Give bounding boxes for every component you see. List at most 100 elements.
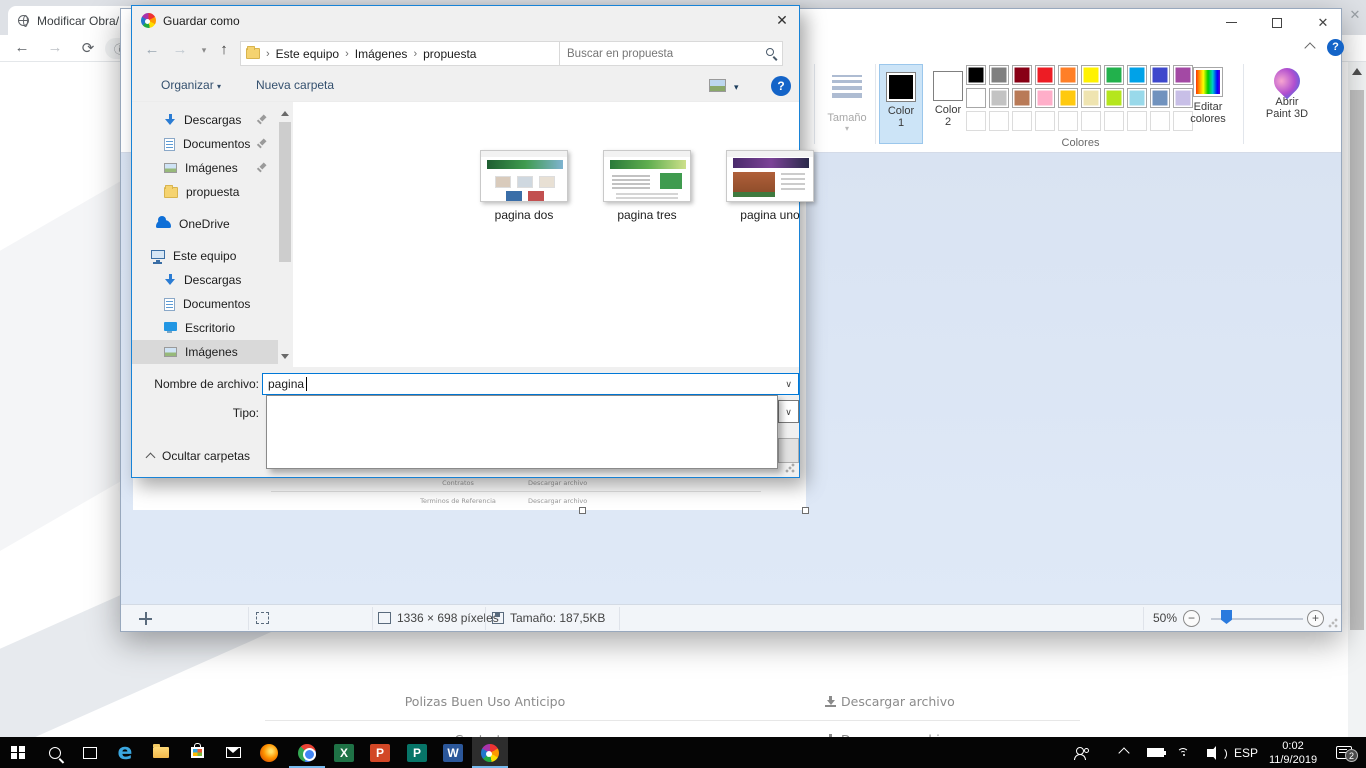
color2-button[interactable]: Color2 (926, 64, 970, 144)
palette-swatch[interactable] (966, 88, 986, 108)
sidebar-item-propuesta[interactable]: propuesta (132, 180, 278, 204)
palette-swatch[interactable] (966, 65, 986, 85)
browser-reload-button[interactable]: ⟳ (78, 39, 98, 57)
palette-swatch[interactable] (1150, 65, 1170, 85)
language-indicator[interactable]: ESP (1230, 737, 1262, 768)
palette-empty-cell[interactable] (1012, 111, 1032, 131)
file-item[interactable]: pagina dos (469, 150, 579, 222)
views-caret-icon[interactable]: ▾ (734, 82, 739, 93)
maximize-button[interactable] (1254, 9, 1300, 36)
dialog-close-button[interactable]: ✕ (765, 7, 799, 34)
scrollbar-thumb[interactable] (279, 122, 291, 262)
hide-folders-button[interactable]: Ocultar carpetas (147, 449, 250, 463)
filename-autocomplete-dropdown[interactable] (266, 395, 778, 469)
palette-swatch[interactable] (1081, 65, 1101, 85)
palette-swatch[interactable] (1150, 88, 1170, 108)
volume-indicator[interactable] (1198, 737, 1228, 768)
browser-forward-button[interactable]: → (45, 39, 65, 56)
scroll-up-icon[interactable] (1352, 68, 1362, 75)
palette-swatch[interactable] (1081, 88, 1101, 108)
filename-input[interactable]: pagina ∨ (262, 373, 799, 395)
sidebar-item-descargas[interactable]: Descargas (132, 108, 278, 132)
palette-swatch[interactable] (1035, 65, 1055, 85)
taskbar-search-button[interactable] (37, 737, 73, 768)
palette-empty-cell[interactable] (1058, 111, 1078, 131)
search-input[interactable]: Buscar en propuesta (559, 41, 783, 66)
sidebar-scrollbar[interactable] (278, 106, 292, 364)
taskbar-publisher[interactable]: P (399, 737, 435, 768)
palette-empty-cell[interactable] (1035, 111, 1055, 131)
palette-empty-cell[interactable] (1081, 111, 1101, 131)
taskbar-powerpoint[interactable]: P (362, 737, 398, 768)
palette-swatch[interactable] (1127, 65, 1147, 85)
sidebar-item-imagenes[interactable]: Imágenes (132, 156, 278, 180)
taskbar-chrome[interactable] (289, 737, 325, 768)
taskbar-edge[interactable]: e (107, 737, 143, 768)
scroll-down-icon[interactable] (281, 354, 289, 359)
taskbar-file-explorer[interactable] (143, 737, 179, 768)
sidebar-item-documentos-2[interactable]: Documentos (132, 292, 278, 316)
taskbar-excel[interactable]: X (326, 737, 362, 768)
breadcrumb-item[interactable]: Este equipo (276, 47, 339, 61)
palette-swatch[interactable] (1058, 65, 1078, 85)
new-folder-button[interactable]: Nueva carpeta (256, 78, 334, 92)
dialog-resize-grip[interactable] (785, 463, 795, 473)
people-button[interactable] (1070, 737, 1094, 768)
taskbar-paint[interactable] (472, 737, 508, 768)
dialog-help-icon[interactable]: ? (771, 76, 791, 96)
views-icon[interactable] (709, 79, 726, 92)
dialog-titlebar[interactable]: Guardar como (132, 6, 799, 35)
palette-empty-cell[interactable] (966, 111, 986, 131)
task-view-button[interactable] (72, 737, 108, 768)
palette-swatch[interactable] (1012, 88, 1032, 108)
edit-colors-button[interactable]: Editarcolores (1177, 64, 1239, 144)
palette-empty-cell[interactable] (1150, 111, 1170, 131)
breadcrumb-item[interactable]: Imágenes (355, 47, 408, 61)
window-resize-grip[interactable] (1328, 618, 1338, 628)
palette-swatch[interactable] (1058, 88, 1078, 108)
palette-swatch[interactable] (989, 65, 1009, 85)
organize-menu[interactable]: Organizar ▾ (161, 78, 221, 92)
canvas-resize-handle[interactable] (802, 507, 809, 514)
nav-history-caret[interactable]: ▾ (194, 45, 214, 56)
taskbar-word[interactable]: W (435, 737, 471, 768)
clock[interactable]: 0:0211/9/2019 (1262, 737, 1324, 768)
sidebar-item-descargas-2[interactable]: Descargas (132, 268, 278, 292)
size-button[interactable]: Tamaño ▾ (821, 64, 873, 144)
nav-up-button[interactable]: ↑ (214, 41, 234, 58)
paint-help-icon[interactable]: ? (1327, 39, 1344, 56)
taskbar-firefox[interactable] (251, 737, 287, 768)
taskbar-store[interactable] (179, 737, 215, 768)
browser-close-button[interactable]: ✕ (1344, 4, 1366, 26)
color1-button[interactable]: Color1 (879, 64, 923, 144)
minimize-button[interactable] (1208, 9, 1254, 36)
scroll-up-icon[interactable] (281, 111, 289, 116)
battery-indicator[interactable] (1142, 737, 1168, 768)
download-link[interactable]: Descargar archivo (825, 694, 955, 709)
palette-swatch[interactable] (1127, 88, 1147, 108)
tray-overflow-button[interactable] (1112, 737, 1136, 768)
start-button[interactable] (0, 737, 36, 768)
sidebar-item-documentos[interactable]: Documentos (132, 132, 278, 156)
sidebar-item-imagenes-2[interactable]: Imágenes (132, 340, 278, 364)
nav-forward-button[interactable]: → (170, 41, 190, 58)
filename-dropdown-icon[interactable]: ∨ (785, 379, 792, 390)
zoom-in-button[interactable]: + (1307, 610, 1324, 627)
breadcrumb-item[interactable]: propuesta (423, 47, 476, 61)
filetype-dropdown[interactable]: ∨ (778, 400, 799, 423)
taskbar-mail[interactable] (215, 737, 251, 768)
sidebar-item-onedrive[interactable]: OneDrive (132, 212, 278, 236)
action-center-button[interactable]: 2 (1330, 737, 1358, 768)
palette-empty-cell[interactable] (1127, 111, 1147, 131)
palette-swatch[interactable] (989, 88, 1009, 108)
nav-back-button[interactable]: ← (142, 41, 162, 58)
search-icon[interactable] (766, 48, 774, 56)
browser-scrollbar[interactable] (1348, 62, 1366, 737)
palette-swatch[interactable] (1104, 88, 1124, 108)
file-item[interactable]: pagina uno (715, 150, 825, 222)
network-indicator[interactable] (1172, 737, 1196, 768)
palette-swatch[interactable] (1035, 88, 1055, 108)
canvas-resize-handle[interactable] (579, 507, 586, 514)
browser-back-button[interactable]: ← (12, 39, 32, 56)
palette-swatch[interactable] (1104, 65, 1124, 85)
